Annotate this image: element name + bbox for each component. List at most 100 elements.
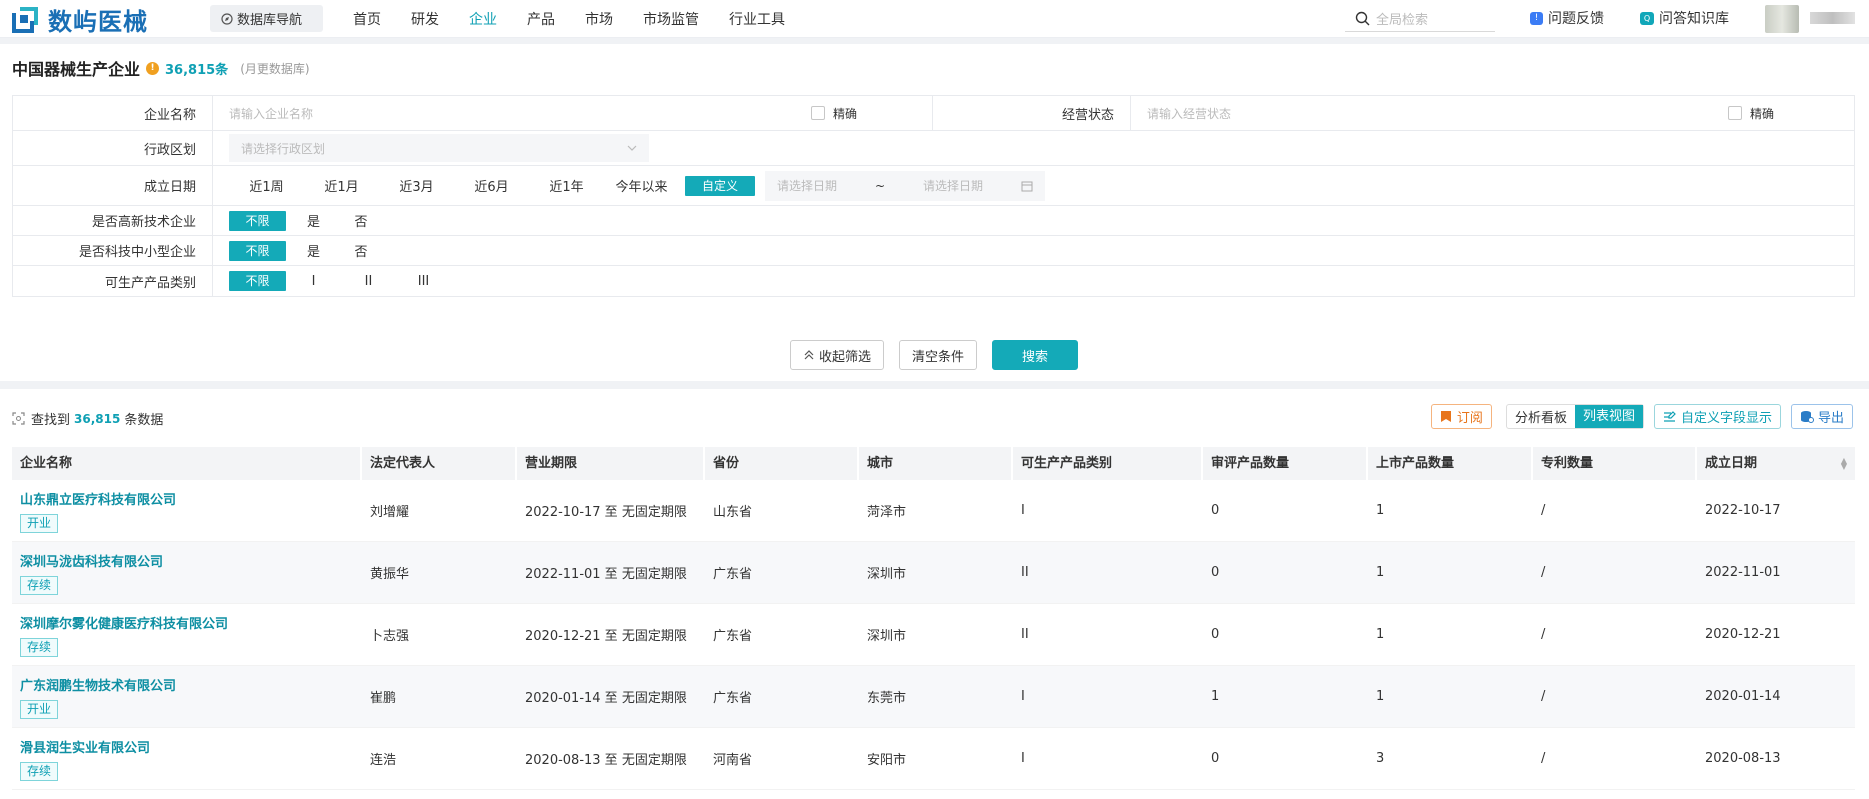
business-status-input[interactable]: 请输入经营状态 [1147, 105, 1231, 122]
table-row[interactable]: 广东润鹏生物技术有限公司 开业 崔鹏 2020-01-14 至 无固定期限 广东省 东莞市… [12, 666, 1855, 728]
sme-option-yes[interactable]: 是 [286, 241, 341, 260]
user-name-blurred[interactable] [1810, 12, 1855, 24]
exact-label: 精确 [833, 106, 858, 121]
clear-conditions-button[interactable]: 清空条件 [899, 340, 978, 370]
main-nav: 首页 研发 企业 产品 市场 市场监管 行业工具 [353, 0, 815, 38]
high-tech-option-yes[interactable]: 是 [286, 211, 341, 230]
cell-business-term: 2022-10-17 至 无固定期限 [525, 505, 687, 520]
top-bar: 数屿医械 数据库导航 首页 研发 企业 产品 市场 市场监管 行业工具 全局检索… [0, 0, 1869, 38]
cell-legal-rep: 黄振华 [370, 567, 410, 582]
column-header-province[interactable]: 省份 [705, 447, 859, 480]
list-view-tab[interactable]: 列表视图 [1574, 405, 1643, 428]
date-range-picker[interactable]: 请选择日期 ~ 请选择日期 [765, 170, 1045, 201]
nav-item-tools[interactable]: 行业工具 [729, 9, 785, 29]
nav-item-home[interactable]: 首页 [353, 9, 381, 29]
filter-panel: 中国器械生产企业 ! 36,815条 (月更数据库) 企业名称 请输入企业名称 … [0, 44, 1869, 381]
founded-option-custom[interactable]: 自定义 [685, 175, 755, 196]
database-nav-label: 数据库导航 [237, 13, 303, 28]
cell-business-term: 2022-11-01 至 无固定期限 [525, 567, 687, 582]
column-header-listed-count[interactable]: 上市产品数量 [1368, 447, 1533, 480]
custom-fields-button[interactable]: 自定义字段显示 [1653, 404, 1781, 429]
company-name-link[interactable]: 深圳摩尔雾化健康医疗科技有限公司 [20, 613, 362, 632]
cell-patent-count: / [1541, 565, 1546, 580]
feedback-link[interactable]: ! 问题反馈 [1530, 8, 1604, 28]
cell-city: 菏泽市 [867, 505, 907, 520]
record-count: 36,815条 [165, 62, 229, 78]
knowledge-base-link[interactable]: Q 问答知识库 [1640, 8, 1729, 28]
cell-listed-count: 1 [1376, 689, 1385, 704]
company-name-exact-checkbox[interactable]: 精确 [811, 105, 857, 122]
logo[interactable]: 数屿医械 [10, 2, 148, 37]
export-label: 导出 [1817, 411, 1844, 426]
search-button[interactable]: 搜索 [992, 340, 1079, 370]
business-status-exact-checkbox[interactable]: 精确 [1728, 105, 1774, 122]
product-class-option-2[interactable]: II [341, 274, 396, 289]
product-class-option-3[interactable]: III [396, 274, 451, 289]
company-name-link[interactable]: 广东润鹏生物技术有限公司 [20, 675, 362, 694]
cell-review-count: 0 [1211, 565, 1220, 580]
founded-option-6m[interactable]: 近6月 [454, 176, 529, 195]
founded-option-1y[interactable]: 近1年 [529, 176, 604, 195]
database-nav-button[interactable]: 数据库导航 [210, 5, 323, 32]
cell-founded-date: 2020-12-21 [1705, 627, 1781, 642]
analysis-board-tab[interactable]: 分析看板 [1515, 407, 1567, 426]
logo-text: 数屿医械 [48, 8, 148, 36]
founded-option-3m[interactable]: 近3月 [379, 176, 454, 195]
column-header-rep[interactable]: 法定代表人 [362, 447, 517, 480]
product-class-option-any[interactable]: 不限 [229, 271, 286, 291]
founded-option-ytd[interactable]: 今年以来 [604, 176, 679, 195]
nav-item-rd[interactable]: 研发 [411, 9, 439, 29]
table-row[interactable]: 深圳摩尔雾化健康医疗科技有限公司 存续 卜志强 2020-12-21 至 无固定期限广… [12, 604, 1855, 666]
founded-option-1m[interactable]: 近1月 [304, 176, 379, 195]
cell-legal-rep: 连浩 [370, 753, 397, 768]
status-badge: 开业 [20, 513, 59, 533]
end-date-input[interactable]: 请选择日期 [923, 177, 983, 194]
column-header-review-count[interactable]: 审评产品数量 [1203, 447, 1368, 480]
sme-option-any[interactable]: 不限 [229, 240, 286, 261]
table-row[interactable]: 山东鼎立医疗科技有限公司 开业 刘增耀 2022-10-17 至 无固定期限 山东省 菏泽… [12, 480, 1855, 542]
nav-item-market[interactable]: 市场 [585, 9, 613, 29]
cell-patent-count: / [1541, 751, 1546, 766]
region-select[interactable]: 请选择行政区划 [229, 134, 649, 162]
filter-table: 企业名称 请输入企业名称 精确 经营状态 请输入经营状态 精确 行政区划 请选择… [12, 95, 1855, 297]
founded-option-1w[interactable]: 近1周 [229, 176, 304, 195]
nav-item-regulation[interactable]: 市场监管 [643, 9, 699, 29]
checkbox-icon [1728, 106, 1742, 120]
info-icon[interactable]: ! [146, 61, 160, 75]
column-header-founded[interactable]: 成立日期 ▲ ▼ [1697, 447, 1855, 480]
column-header-product-class[interactable]: 可生产产品类别 [1013, 447, 1203, 480]
sort-icon[interactable]: ▲ ▼ [1841, 457, 1847, 471]
sme-label: 是否科技中小型企业 [13, 236, 213, 265]
table-row[interactable]: 深圳马泷齿科技有限公司 存续 黄振华 2022-11-01 至 无固定期限 广东省 深圳市… [12, 542, 1855, 604]
table-row[interactable]: 滑县润生实业有限公司 存续 连浩 2020-08-13 至 无固定期限 河南省 安阳市 I 0… [12, 728, 1855, 790]
company-name-link[interactable]: 滑县润生实业有限公司 [20, 737, 362, 756]
company-name-link[interactable]: 深圳马泷齿科技有限公司 [20, 551, 362, 570]
date-separator: ~ [874, 178, 886, 193]
sme-option-no[interactable]: 否 [341, 241, 381, 260]
calendar-icon [1021, 181, 1033, 191]
found-prefix: 查找到 [31, 413, 71, 428]
nav-item-enterprise[interactable]: 企业 [469, 9, 497, 29]
nav-item-product[interactable]: 产品 [527, 9, 555, 29]
product-class-label: 可生产产品类别 [13, 266, 213, 296]
subscribe-button[interactable]: 订阅 [1430, 404, 1492, 429]
global-search-input[interactable]: 全局检索 [1345, 6, 1495, 32]
cell-listed-count: 1 [1376, 565, 1385, 580]
column-header-term[interactable]: 营业期限 [517, 447, 705, 480]
cell-founded-date: 2020-01-14 [1705, 689, 1781, 704]
column-header-patents[interactable]: 专利数量 [1533, 447, 1697, 480]
table-body: 山东鼎立医疗科技有限公司 开业 刘增耀 2022-10-17 至 无固定期限 山东省 菏泽… [12, 480, 1855, 790]
avatar[interactable] [1765, 5, 1799, 33]
product-class-option-1[interactable]: I [286, 274, 341, 289]
logo-icon [10, 5, 40, 35]
company-name-input[interactable]: 请输入企业名称 [229, 105, 313, 122]
collapse-filter-button[interactable]: 收起筛选 [790, 340, 885, 370]
start-date-input[interactable]: 请选择日期 [777, 177, 837, 194]
high-tech-option-no[interactable]: 否 [341, 211, 381, 230]
export-button[interactable]: 导出 [1790, 404, 1853, 429]
company-name-link[interactable]: 山东鼎立医疗科技有限公司 [20, 489, 362, 508]
column-header-city[interactable]: 城市 [859, 447, 1013, 480]
high-tech-option-any[interactable]: 不限 [229, 210, 286, 231]
cell-city: 安阳市 [867, 753, 907, 768]
column-header-company[interactable]: 企业名称 [12, 447, 362, 480]
